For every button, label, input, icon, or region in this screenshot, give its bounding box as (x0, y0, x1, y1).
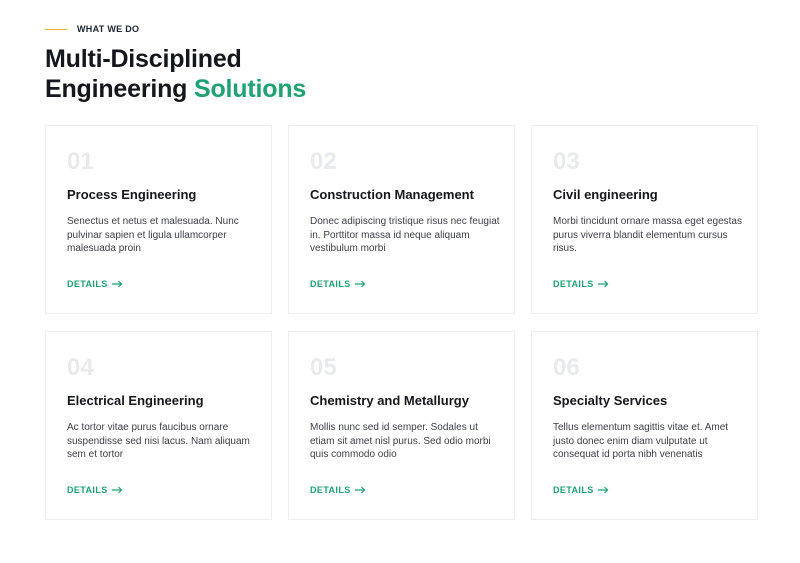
heading-accent: Solutions (194, 75, 307, 103)
eyebrow-line (45, 28, 67, 30)
service-card-3: 03 Civil engineering Morbi tincidunt orn… (531, 125, 758, 314)
arrow-right-icon (111, 280, 122, 288)
service-card-4: 04 Electrical Engineering Ac tortor vita… (45, 331, 272, 520)
details-link[interactable]: DETAILS (310, 485, 366, 495)
card-title: Construction Management (310, 187, 474, 202)
service-card-5: 05 Chemistry and Metallurgy Mollis nunc … (288, 331, 515, 520)
details-link[interactable]: DETAILS (553, 485, 609, 495)
eyebrow-text: WHAT WE DO (77, 24, 140, 34)
card-description: Tellus elementum sagittis vitae et. Amet… (553, 422, 729, 460)
arrow-right-icon (597, 280, 608, 288)
arrow-right-icon (111, 486, 122, 494)
eyebrow: WHAT WE DO (45, 24, 139, 34)
card-description: Mollis nunc sed id semper. Sodales ut et… (310, 422, 491, 460)
arrow-right-icon (354, 486, 365, 494)
details-link-label: DETAILS (310, 279, 351, 289)
card-title: Process Engineering (67, 187, 197, 202)
card-number: 04 (67, 354, 94, 381)
details-link-label: DETAILS (553, 485, 594, 495)
card-title: Electrical Engineering (67, 393, 204, 408)
card-title: Civil engineering (553, 187, 658, 202)
heading-line-2: Engineering Solutions (45, 74, 306, 104)
details-link-label: DETAILS (310, 485, 351, 495)
details-link-label: DETAILS (553, 279, 594, 289)
arrow-right-icon (354, 280, 365, 288)
details-link-label: DETAILS (67, 279, 108, 289)
card-number: 03 (553, 148, 580, 175)
card-number: 06 (553, 354, 580, 381)
details-link[interactable]: DETAILS (310, 279, 366, 289)
details-link-label: DETAILS (67, 485, 108, 495)
card-number: 01 (67, 148, 94, 175)
card-number: 05 (310, 354, 337, 381)
card-description: Ac tortor vitae purus faucibus ornare su… (67, 422, 250, 460)
card-number: 02 (310, 148, 337, 175)
card-title: Specialty Services (553, 393, 668, 408)
service-card-6: 06 Specialty Services Tellus elementum s… (531, 331, 758, 520)
services-section: WHAT WE DO Multi-Disciplined Engineering… (0, 0, 800, 563)
card-description: Morbi tincidunt ornare massa eget egesta… (553, 216, 742, 254)
heading-line-1: Multi-Disciplined (45, 45, 242, 73)
section-heading: Multi-Disciplined Engineering Solutions (45, 44, 306, 104)
arrow-right-icon (597, 486, 608, 494)
card-description: Senectus et netus et malesuada. Nunc pul… (67, 216, 239, 254)
heading-line-2-text: Engineering (45, 75, 188, 103)
details-link[interactable]: DETAILS (67, 485, 123, 495)
details-link[interactable]: DETAILS (67, 279, 123, 289)
services-grid: 01 Process Engineering Senectus et netus… (45, 125, 758, 520)
card-title: Chemistry and Metallurgy (310, 393, 469, 408)
service-card-2: 02 Construction Management Donec adipisc… (288, 125, 515, 314)
card-description: Donec adipiscing tristique risus nec feu… (310, 216, 500, 254)
details-link[interactable]: DETAILS (553, 279, 609, 289)
service-card-1: 01 Process Engineering Senectus et netus… (45, 125, 272, 314)
